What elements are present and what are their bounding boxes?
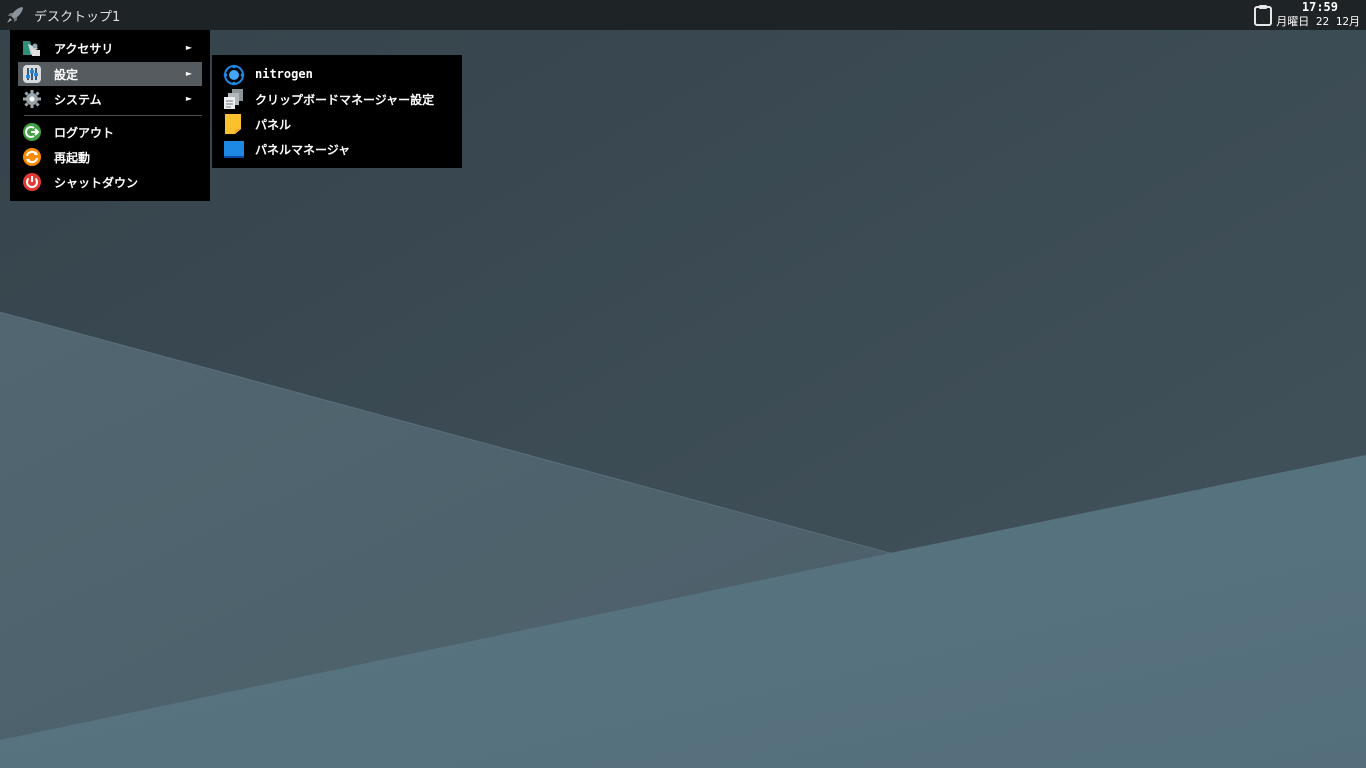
logout-icon: [23, 123, 41, 141]
menu-item-shutdown[interactable]: シャットダウン: [18, 170, 202, 194]
submenu-item-label: クリップボードマネージャー設定: [255, 93, 435, 107]
menu-item-system[interactable]: システム ►: [18, 87, 202, 111]
menu-item-restart[interactable]: 再起動: [18, 145, 202, 169]
submenu-item-nitrogen[interactable]: nitrogen: [212, 62, 462, 86]
panel-manager-icon: [224, 141, 244, 158]
menu-separator: [24, 115, 202, 116]
menu-item-logout[interactable]: ログアウト: [18, 120, 202, 144]
nitrogen-icon: [223, 64, 245, 86]
settings-submenu: nitrogen クリップボードマネージャー設定 パネル パネルマネージャ: [212, 55, 462, 168]
clock-date: 月曜日 22 12月: [1276, 15, 1360, 28]
submenu-arrow-icon: ►: [185, 43, 192, 52]
panel-note-icon: [225, 114, 241, 134]
menu-item-label: 設定: [54, 68, 79, 82]
desktop-name[interactable]: デスクトップ1: [34, 6, 120, 25]
submenu-item-clipboard-manager[interactable]: クリップボードマネージャー設定: [212, 86, 462, 110]
submenu-item-label: パネル: [255, 118, 292, 132]
accessories-icon: [23, 41, 40, 56]
menu-item-label: 再起動: [54, 151, 91, 165]
restart-icon: [23, 148, 41, 166]
clock-time: 17:59: [1301, 0, 1338, 14]
menu-item-settings[interactable]: 設定 ►: [18, 62, 202, 86]
clock[interactable]: 17:59 月曜日 22 12月: [1276, 0, 1360, 29]
top-panel: デスクトップ1 17:59 月曜日 22 12月: [0, 0, 1366, 30]
clipboard-manager-icon: [224, 89, 243, 109]
clipboard-icon[interactable]: [1252, 4, 1274, 26]
submenu-item-label: パネルマネージャ: [255, 143, 351, 157]
submenu-arrow-icon: ►: [185, 69, 192, 78]
submenu-item-label: nitrogen: [255, 67, 313, 81]
menu-item-label: ログアウト: [54, 126, 115, 140]
submenu-item-panel-manager[interactable]: パネルマネージャ: [212, 136, 462, 160]
main-menu: アクセサリ ► 設定 ► システム ► ログアウト 再起動 シャットダウン: [10, 30, 210, 201]
menu-item-label: システム: [54, 93, 102, 107]
rocket-icon[interactable]: [5, 5, 25, 25]
shutdown-icon: [23, 173, 41, 191]
settings-icon: [23, 65, 41, 83]
submenu-item-panel[interactable]: パネル: [212, 111, 462, 135]
submenu-arrow-icon: ►: [185, 94, 192, 103]
menu-item-label: シャットダウン: [54, 176, 139, 190]
system-gear-icon: [23, 90, 41, 108]
menu-item-label: アクセサリ: [54, 42, 114, 56]
menu-item-accessories[interactable]: アクセサリ ►: [18, 36, 202, 60]
